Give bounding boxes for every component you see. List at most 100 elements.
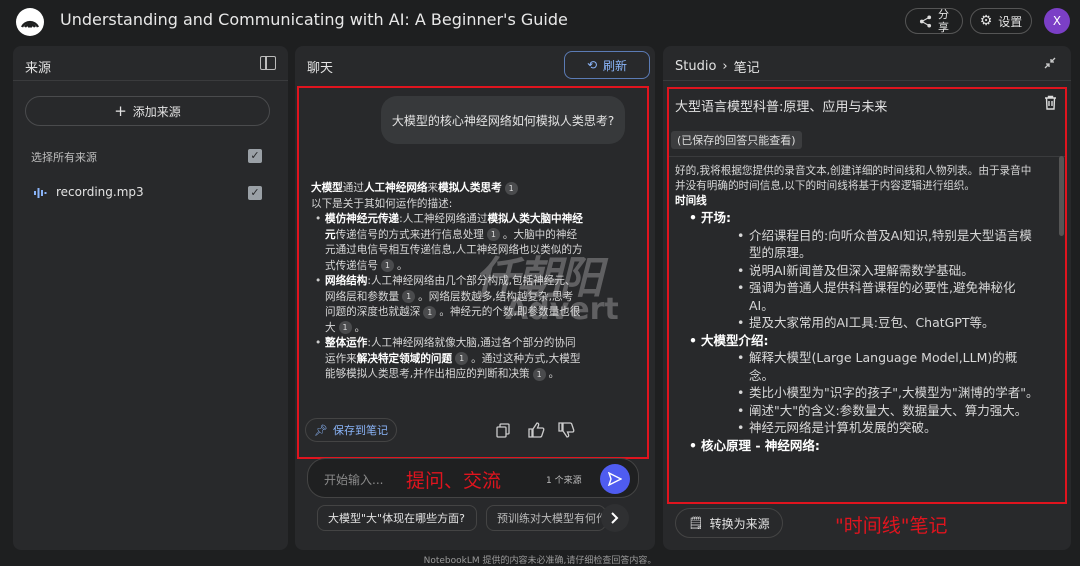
breadcrumb-studio[interactable]: Studio [675,59,716,74]
collapse-icon[interactable] [1044,57,1056,69]
copy-icon[interactable] [496,423,510,438]
chat-input[interactable]: 开始输入... 提问、交流 1 个来源 [307,458,639,498]
divider [13,80,288,81]
citation-chip[interactable]: 1 [423,305,437,319]
notebooklm-logo[interactable] [16,8,44,36]
send-button[interactable] [600,464,630,494]
readonly-badge: (已保存的回答只能查看) [671,131,802,149]
citation-chip[interactable]: 1 [486,228,500,241]
chevron-right-icon[interactable] [601,504,629,532]
answer-text: :人工神经网络通过 [399,213,488,225]
timeline-list: 开场: 介绍课程目的:向听众普及AI知识,特别是大型语言模型的原理。 说明AI新… [675,209,1039,454]
sidebar-toggle-icon[interactable] [260,56,276,70]
citation-chip[interactable]: 1 [532,367,546,381]
timeline-item: 介绍课程目的:向听众普及AI知识,特别是大型语言模型的原理。 [737,227,1039,262]
section-items: 解释大模型(Large Language Model,LLM)的概念。 类比小模… [701,349,1039,437]
answer-bullet: 整体运作:人工神经网络就像大脑,通过各个部分的协同运作来解决特定领域的问题1。通… [315,336,583,383]
trash-icon[interactable] [1044,95,1057,110]
answer-text: 来 [427,182,439,194]
save-to-note-label: 保存到笔记 [332,424,388,437]
thumbs-up-icon[interactable] [528,422,545,438]
answer-bold: 模拟人类思考 [438,182,502,194]
section-title: 开场: [701,210,731,225]
section-title: 大模型介绍: [701,332,769,348]
answer-bold: 模仿神经元传递 [325,213,400,225]
pin-icon: 📌︎ [314,423,328,437]
breadcrumb-notes: 笔记 [733,61,760,76]
share-icon [919,14,931,28]
answer-bullet: 网络结构:人工神经网络由几个部分构成,包括神经元、网络层和参数量1。网络层数越多… [315,274,583,336]
refresh-button[interactable]: ⟲ 刷新 [564,51,650,79]
suggestion-chip[interactable]: 预训练对大模型有何作 [486,505,606,531]
note-icon: 🗒︎ [688,516,704,530]
section-title: 核心原理 - 神经网络: [701,437,820,453]
select-all-checkbox[interactable]: ✓ [248,149,262,163]
citation-chip[interactable]: 1 [380,259,394,272]
sources-panel: 来源 + 添加来源 选择所有来源 ✓ recording.mp3 ✓ [13,46,288,550]
note-annotation: "时间线"笔记 [835,515,948,537]
refresh-label: 刷新 [603,58,628,73]
audio-file-icon [34,188,47,198]
chevron-right-icon: › [722,59,728,74]
send-icon [608,472,622,486]
source-name[interactable]: recording.mp3 [56,185,144,199]
studio-panel: Studio › 笔记 大型语言模型科普:原理、应用与未来 (已保存的回答只能查… [663,46,1071,550]
timeline-item: 阐述"大"的含义:参数量大、数据量大、算力强大。 [737,402,1039,420]
disclaimer: NotebookLM 提供的内容未必准确,请仔细检查回答内容。 [423,556,657,566]
refresh-icon: ⟲ [586,58,598,72]
user-message-text: 大模型的核心神经网络如何模拟人类思考? [391,113,615,128]
answer-bold: 大模型 [311,182,343,194]
notebook-title[interactable]: Understanding and Communicating with AI:… [60,10,568,29]
answer-text: 传递信号的方式来进行信息处理 [335,228,484,241]
answer-bold: 网络结构 [325,275,368,287]
settings-button[interactable]: ⚙ 设置 [970,8,1032,34]
timeline-item: 提及大家常用的AI工具:豆包、ChatGPT等。 [737,314,1039,332]
add-source-button[interactable]: + 添加来源 [25,96,270,126]
timeline-item: 类比小模型为"识字的孩子",大模型为"渊博的学者"。 [737,384,1039,402]
timeline-heading: 时间线 [675,195,707,207]
answer-list: 模仿神经元传递:人工神经网络通过模拟人类大脑中神经元传递信号的方式来进行信息处理… [311,212,583,383]
citation-chip[interactable]: 1 [402,290,416,303]
answer-text: 通过 [342,182,364,194]
convert-to-source-button[interactable]: 🗒︎ 转换为来源 [675,508,783,538]
save-to-note-button[interactable]: 📌︎ 保存到笔记 [305,418,397,442]
chat-panel: 聊天 ⟲ 刷新 大模型的核心神经网络如何模拟人类思考? 仟朝阳 Advert 大… [295,46,655,550]
answer-intro: 大模型通过人工神经网络来模拟人类思考 1 [311,181,583,197]
answer-line: 以下是关于其如何运作的描述: [311,197,453,210]
citation-chip[interactable]: 1 [504,181,518,195]
note-title: 大型语言模型科普:原理、应用与未来 [675,100,888,115]
note-intro: 好的,我将根据您提供的录音文本,创建详细的时间线和人物列表。由于录音中并没有明确… [675,165,1032,192]
timeline-item: 强调为普通人提供科普课程的必要性,避免神秘化AI。 [737,279,1039,314]
timeline-section: 核心原理 - 神经网络: [689,437,1039,455]
settings-label: 设置 [998,14,1023,29]
section-items-wrap: 介绍课程目的:向听众普及AI知识,特别是大型语言模型的原理。 说明AI新闻普及但… [701,227,1039,332]
timeline-section: 大模型介绍: [689,332,1039,350]
divider [669,156,1065,157]
select-all-label: 选择所有来源 [31,151,97,164]
avatar[interactable]: X [1044,8,1070,34]
source-count: 1 个来源 [546,476,582,486]
note-content: 好的,我将根据您提供的录音文本,创建详细的时间线和人物列表。由于录音中并没有明确… [675,164,1039,494]
answer-bullet: 模仿神经元传递:人工神经网络通过模拟人类大脑中神经元传递信号的方式来进行信息处理… [315,212,583,274]
breadcrumb: Studio › 笔记 [675,57,760,76]
divider [663,80,1071,81]
share-button[interactable]: 分享 [905,8,963,34]
answer-bold: 整体运作 [325,337,368,349]
convert-label: 转换为来源 [709,516,770,531]
citation-chip[interactable]: 1 [338,321,352,334]
suggestion-chip[interactable]: 大模型"大"体现在哪些方面? [317,505,477,531]
timeline-item: 说明AI新闻普及但深入理解需数学基础。 [737,262,1039,280]
timeline-item: 神经元网络是计算机发展的突破。 [737,419,1039,437]
thumbs-down-icon[interactable] [558,422,575,438]
input-annotation: 提问、交流 [406,470,502,492]
add-source-label: 添加来源 [132,104,181,119]
citation-chip[interactable]: 1 [455,352,469,365]
user-message: 大模型的核心神经网络如何模拟人类思考? [381,96,625,144]
sources-title: 来源 [25,61,52,76]
section-items-wrap: 解释大模型(Large Language Model,LLM)的概念。 类比小模… [701,349,1039,437]
scrollbar[interactable] [1059,156,1064,236]
ai-answer: 大模型通过人工神经网络来模拟人类思考1 以下是关于其如何运作的描述: 模仿神经元… [311,181,583,421]
timeline-section: 开场: [689,209,1039,227]
source-checkbox[interactable]: ✓ [248,186,262,200]
answer-bold: 人工神经网络 [363,182,428,194]
